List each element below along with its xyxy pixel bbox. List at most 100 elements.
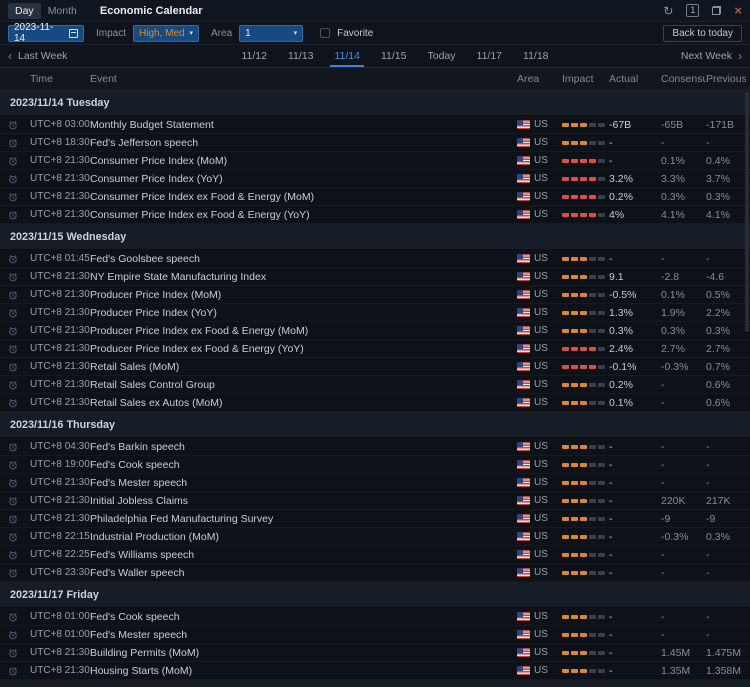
event-row[interactable]: UTC+8 21:30 Consumer Price Index (MoM) US -… xyxy=(0,152,750,170)
event-name[interactable]: Building Permits (MoM) xyxy=(90,647,517,659)
reminder-icon[interactable] xyxy=(8,362,30,372)
date-picker[interactable]: 2023-11-14 xyxy=(8,22,84,44)
next-week-button[interactable]: Next Week › xyxy=(632,45,742,67)
reminder-icon[interactable] xyxy=(8,478,30,488)
event-row[interactable]: UTC+8 22:25 Fed's Williams speech US - - - xyxy=(0,546,750,564)
event-name[interactable]: NY Empire State Manufacturing Index xyxy=(90,271,517,283)
weeknav-tab-11-17[interactable]: 11/17 xyxy=(475,45,505,67)
reminder-icon[interactable] xyxy=(8,496,30,506)
reminder-icon[interactable] xyxy=(8,442,30,452)
event-row[interactable]: UTC+8 01:00 Fed's Mester speech US - - - xyxy=(0,626,750,644)
event-name[interactable]: Producer Price Index (MoM) xyxy=(90,289,517,301)
weeknav-tab-today[interactable]: Today xyxy=(425,45,457,67)
scrollbar[interactable] xyxy=(745,92,749,332)
reminder-icon[interactable] xyxy=(8,254,30,264)
event-row[interactable]: UTC+8 01:00 Fed's Cook speech US - - - xyxy=(0,608,750,626)
reminder-icon[interactable] xyxy=(8,398,30,408)
reminder-icon[interactable] xyxy=(8,532,30,542)
back-to-today-button[interactable]: Back to today xyxy=(663,24,742,42)
event-row[interactable]: UTC+8 19:00 Fed's Cook speech US - - - xyxy=(0,456,750,474)
reminder-icon[interactable] xyxy=(8,210,30,220)
event-row[interactable]: UTC+8 21:30 Producer Price Index ex Food … xyxy=(0,340,750,358)
view-tab-month[interactable]: Month xyxy=(41,3,84,19)
event-row[interactable]: UTC+8 21:30 NY Empire State Manufacturing… xyxy=(0,268,750,286)
event-row[interactable]: UTC+8 21:30 Consumer Price Index (YoY) US 3… xyxy=(0,170,750,188)
reminder-icon[interactable] xyxy=(8,272,30,282)
reminder-icon[interactable] xyxy=(8,550,30,560)
event-name[interactable]: Consumer Price Index (YoY) xyxy=(90,173,517,185)
event-row[interactable]: UTC+8 21:30 Consumer Price Index ex Food … xyxy=(0,188,750,206)
weeknav-tab-11-12[interactable]: 11/12 xyxy=(239,45,269,67)
reminder-icon[interactable] xyxy=(8,380,30,390)
close-icon[interactable]: × xyxy=(734,4,742,17)
reminder-icon[interactable] xyxy=(8,192,30,202)
reminder-icon[interactable] xyxy=(8,174,30,184)
event-row[interactable]: UTC+8 04:30 Fed's Barkin speech US - - - xyxy=(0,438,750,456)
event-name[interactable]: Fed's Mester speech xyxy=(90,477,517,489)
reminder-icon[interactable] xyxy=(8,138,30,148)
refresh-icon[interactable]: ↻ xyxy=(663,5,673,17)
event-name[interactable]: Housing Starts (MoM) xyxy=(90,665,517,677)
last-week-button[interactable]: ‹ Last Week xyxy=(8,45,158,67)
event-name[interactable]: Producer Price Index (YoY) xyxy=(90,307,517,319)
event-name[interactable]: Retail Sales (MoM) xyxy=(90,361,517,373)
event-row[interactable]: UTC+8 21:30 Retail Sales ex Autos (MoM) US… xyxy=(0,394,750,412)
view-tab-day[interactable]: Day xyxy=(8,2,41,19)
reminder-icon[interactable] xyxy=(8,514,30,524)
reminder-icon[interactable] xyxy=(8,666,30,676)
event-name[interactable]: Consumer Price Index ex Food & Energy (M… xyxy=(90,191,517,203)
event-row[interactable]: UTC+8 22:15 Industrial Production (MoM) US… xyxy=(0,528,750,546)
weeknav-tab-11-13[interactable]: 11/13 xyxy=(286,45,316,67)
event-row[interactable]: UTC+8 21:30 Retail Sales (MoM) US -0.1% -0.3… xyxy=(0,358,750,376)
window-count-badge[interactable]: 1 xyxy=(686,4,700,17)
reminder-icon[interactable] xyxy=(8,344,30,354)
reminder-icon[interactable] xyxy=(8,120,30,130)
event-name[interactable]: Fed's Waller speech xyxy=(90,567,517,579)
weeknav-tab-11-15[interactable]: 11/15 xyxy=(379,45,409,67)
reminder-icon[interactable] xyxy=(8,156,30,166)
event-row[interactable]: UTC+8 01:45 Fed's Goolsbee speech US - - - xyxy=(0,250,750,268)
event-row[interactable]: UTC+8 23:30 Fed's Waller speech US - - - xyxy=(0,564,750,582)
event-row[interactable]: UTC+8 03:00 Monthly Budget Statement US -67… xyxy=(0,116,750,134)
event-row[interactable]: UTC+8 21:30 Building Permits (MoM) US - 1.45… xyxy=(0,644,750,662)
event-name[interactable]: Fed's Jefferson speech xyxy=(90,137,517,149)
event-name[interactable]: Fed's Barkin speech xyxy=(90,441,517,453)
event-name[interactable]: Consumer Price Index (MoM) xyxy=(90,155,517,167)
weeknav-tab-11-18[interactable]: 11/18 xyxy=(521,45,551,67)
impact-select[interactable]: High, Medi... ▾ xyxy=(133,24,200,42)
event-row[interactable]: UTC+8 21:30 Retail Sales Control Group US 0… xyxy=(0,376,750,394)
event-row[interactable]: UTC+8 21:30 Fed's Mester speech US - - - xyxy=(0,474,750,492)
event-name[interactable]: Producer Price Index ex Food & Energy (Y… xyxy=(90,343,517,355)
event-name[interactable]: Retail Sales Control Group xyxy=(90,379,517,391)
reminder-icon[interactable] xyxy=(8,460,30,470)
reminder-icon[interactable] xyxy=(8,290,30,300)
reminder-icon[interactable] xyxy=(8,648,30,658)
event-name[interactable]: Producer Price Index ex Food & Energy (M… xyxy=(90,325,517,337)
event-name[interactable]: Fed's Mester speech xyxy=(90,629,517,641)
event-row[interactable]: UTC+8 21:30 Producer Price Index (YoY) US 1… xyxy=(0,304,750,322)
event-name[interactable]: Philadelphia Fed Manufacturing Survey xyxy=(90,513,517,525)
reminder-icon[interactable] xyxy=(8,326,30,336)
reminder-icon[interactable] xyxy=(8,308,30,318)
restore-window-icon[interactable] xyxy=(712,6,722,15)
event-name[interactable]: Fed's Cook speech xyxy=(90,611,517,623)
event-name[interactable]: Industrial Production (MoM) xyxy=(90,531,517,543)
event-row[interactable]: UTC+8 21:30 Initial Jobless Claims US - 220K… xyxy=(0,492,750,510)
reminder-icon[interactable] xyxy=(8,568,30,578)
event-name[interactable]: Fed's Williams speech xyxy=(90,549,517,561)
event-row[interactable]: UTC+8 21:30 Consumer Price Index ex Food … xyxy=(0,206,750,224)
reminder-icon[interactable] xyxy=(8,612,30,622)
event-row[interactable]: UTC+8 21:30 Philadelphia Fed Manufacturin… xyxy=(0,510,750,528)
event-row[interactable]: UTC+8 18:30 Fed's Jefferson speech US - - - xyxy=(0,134,750,152)
event-name[interactable]: Initial Jobless Claims xyxy=(90,495,517,507)
weeknav-tab-11-14[interactable]: 11/14 xyxy=(330,45,364,67)
area-select[interactable]: 1 ▾ xyxy=(239,24,304,42)
reminder-icon[interactable] xyxy=(8,630,30,640)
event-name[interactable]: Fed's Goolsbee speech xyxy=(90,253,517,265)
event-row[interactable]: UTC+8 21:30 Housing Starts (MoM) US - 1.35M 1… xyxy=(0,662,750,680)
event-row[interactable]: UTC+8 21:30 Producer Price Index ex Food … xyxy=(0,322,750,340)
event-row[interactable]: UTC+8 21:30 Producer Price Index (MoM) US -… xyxy=(0,286,750,304)
event-name[interactable]: Monthly Budget Statement xyxy=(90,119,517,131)
event-name[interactable]: Consumer Price Index ex Food & Energy (Y… xyxy=(90,209,517,221)
event-name[interactable]: Retail Sales ex Autos (MoM) xyxy=(90,397,517,409)
